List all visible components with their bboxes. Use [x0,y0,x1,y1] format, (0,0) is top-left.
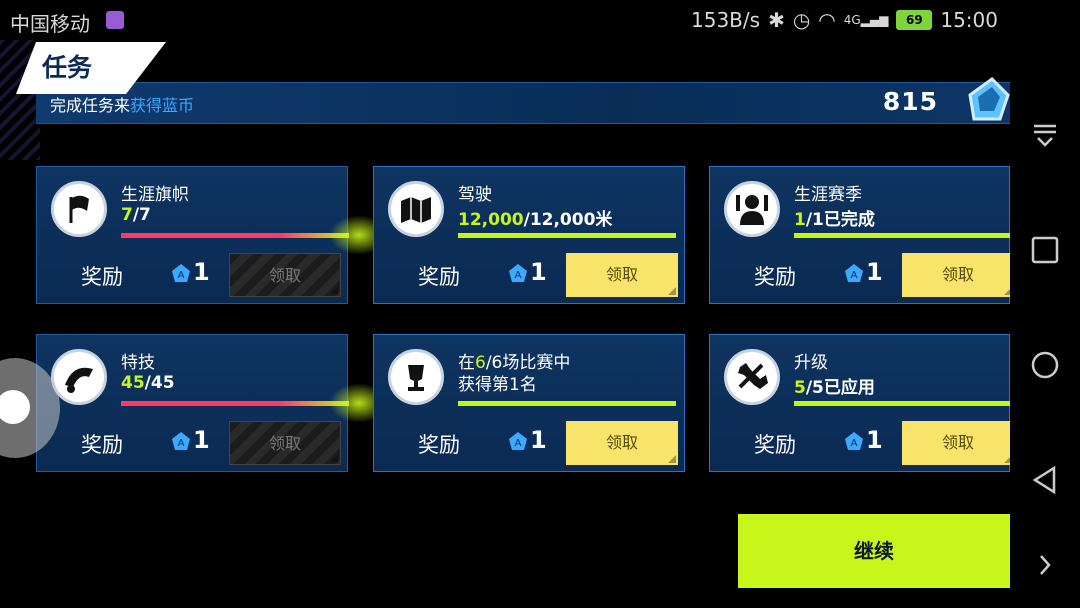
reward-label: 奖励 [81,265,123,289]
blue-coin-icon: A [172,264,190,282]
blue-coin-icon: A [509,432,527,450]
progress-bar [121,383,389,423]
progress-bar [794,401,1010,406]
svg-text:A: A [515,270,522,281]
reward-amount: 1 [866,426,883,454]
mission-card-stunt: 特技 45/45 奖励 A 1 领取 [36,334,389,472]
system-nav-bar [1010,0,1080,608]
mission-progress: 7/7 [121,205,151,225]
mission-progress: 1/1已完成 [794,210,875,230]
claim-button[interactable]: 领取 [902,253,1010,297]
recent-apps-icon[interactable] [1030,235,1060,265]
mission-progress: 12,000/12,000米 [458,210,613,230]
battery-icon: 69 [896,10,933,30]
reward-amount: 1 [530,426,547,454]
claim-button[interactable]: 领取 [566,421,678,465]
mission-card-career-season: 生涯赛季 1/1已完成 奖励 A 1 领取 [709,166,1010,304]
racer-icon [724,181,780,237]
claim-button[interactable]: 领取 [229,421,341,465]
reward-banner: 完成任务来获得蓝币 815 [36,77,1010,124]
blue-coin-icon: A [845,432,863,450]
svg-text:A: A [178,438,185,449]
signal-icon: 4G▂▄▆ [843,13,889,27]
mission-title: 驾驶 [458,185,492,205]
reward-label: 奖励 [418,265,460,289]
progress-fill [121,401,349,406]
game-screen: 完成任务来获得蓝币 815 任务 生涯旗帜 7/7 奖励 A 1 领取 驾驶 1… [0,40,1010,608]
chevron-right-icon[interactable] [1030,550,1060,580]
home-icon[interactable] [1030,350,1060,380]
alarm-icon: ◷ [792,8,811,32]
claim-button[interactable]: 领取 [229,253,341,297]
reward-amount: 1 [530,258,547,286]
mission-card-career-flag: 生涯旗帜 7/7 奖励 A 1 领取 [36,166,389,304]
carrier-name: 中国移动 [10,12,90,36]
reward-label: 奖励 [81,433,123,457]
continue-button[interactable]: 继续 [738,514,1010,588]
wrench-icon [724,349,780,405]
bluetooth-icon: ✱ [768,8,785,32]
status-time: 15:00 [940,8,998,32]
blue-coin-icon: A [845,264,863,282]
blue-coin-icon: A [509,264,527,282]
gallery-notification-icon [106,11,124,29]
svg-text:A: A [515,438,522,449]
progress-fill [458,233,676,238]
svg-text:A: A [851,270,858,281]
progress-fill [121,233,349,238]
progress-bar [121,215,389,255]
stunt-icon [51,349,107,405]
mission-title: 生涯赛季 [794,185,862,205]
blue-coin-icon [968,77,1010,121]
progress-fill [794,233,1010,238]
blue-coin-icon: A [172,432,190,450]
back-icon[interactable] [1030,465,1060,495]
pull-down-icon[interactable] [1030,120,1060,150]
wifi-icon: ◠ [818,8,836,32]
progress-bar [794,233,1010,238]
mission-title: 生涯旗帜 [121,185,189,205]
reward-label: 奖励 [754,265,796,289]
mission-card-first-place: 在6/6场比赛中 获得第1名 奖励 A 1 领取 [373,334,685,472]
mission-card-driving: 驾驶 12,000/12,000米 奖励 A 1 领取 [373,166,685,304]
mission-card-upgrade: 升级 5/5已应用 奖励 A 1 领取 [709,334,1010,472]
progress-fill [794,401,1010,406]
mission-title: 在6/6场比赛中 [458,353,571,373]
page-title: 任务 [42,53,93,82]
blue-coin-count: 815 [882,87,938,116]
mission-progress: 5/5已应用 [794,378,875,398]
progress-bar [458,401,676,406]
mission-progress: 45/45 [121,373,175,393]
claim-button[interactable]: 领取 [566,253,678,297]
claim-button[interactable]: 领取 [902,421,1010,465]
reward-amount: 1 [193,426,210,454]
network-speed: 153B/s [691,8,761,32]
reward-amount: 1 [866,258,883,286]
svg-text:A: A [851,438,858,449]
banner-text: 完成任务来获得蓝币 [50,96,195,115]
flag-icon [51,181,107,237]
reward-label: 奖励 [418,433,460,457]
map-icon [388,181,444,237]
progress-bar [458,233,676,238]
mission-title: 升级 [794,353,828,373]
trophy-icon [388,349,444,405]
reward-amount: 1 [193,258,210,286]
mission-subtitle: 获得第1名 [458,375,537,395]
svg-text:A: A [178,270,185,281]
progress-fill [458,401,676,406]
mission-title: 特技 [121,353,155,373]
status-right: 153B/s ✱ ◷ ◠ 4G▂▄▆ 69 15:00 [691,8,998,32]
status-bar: 中国移动 153B/s ✱ ◷ ◠ 4G▂▄▆ 69 15:00 [0,0,1010,40]
reward-label: 奖励 [754,433,796,457]
